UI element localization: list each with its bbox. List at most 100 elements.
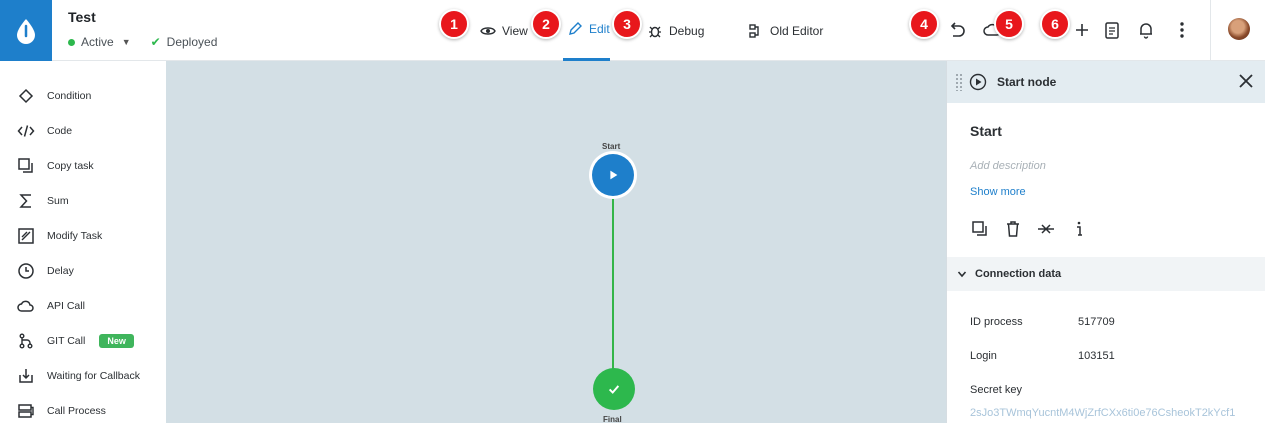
- sidebar-item-label: Code: [47, 125, 73, 137]
- copy-icon: [17, 157, 35, 175]
- description-field[interactable]: Add description: [970, 160, 1046, 172]
- edit-square-icon: [17, 227, 35, 245]
- status-dropdown[interactable]: Active: [81, 35, 114, 49]
- annotation-badge-6: 6: [1040, 9, 1070, 39]
- node-properties-panel: Start node Start Add description Show mo…: [946, 61, 1265, 423]
- start-node[interactable]: [592, 154, 634, 196]
- node-name[interactable]: Start: [970, 123, 1002, 139]
- undo-button[interactable]: [946, 19, 968, 41]
- sidebar-item-sum[interactable]: Sum: [0, 184, 166, 218]
- git-icon: [17, 332, 35, 350]
- id-process-value: 517709: [1078, 316, 1115, 328]
- node-palette-sidebar: Condition Code Copy task Sum Modify Task…: [0, 61, 166, 423]
- sidebar-item-copy-task[interactable]: Copy task: [0, 149, 166, 183]
- chevron-down-icon: [957, 271, 967, 278]
- sidebar-item-label: GIT Call: [47, 335, 86, 347]
- tab-debug-label: Debug: [669, 23, 705, 38]
- sidebar-item-git-call[interactable]: GIT Call New: [0, 324, 166, 358]
- drag-handle-icon[interactable]: [955, 73, 963, 91]
- sidebar-item-label: Sum: [47, 195, 69, 207]
- tab-view-label: View: [502, 23, 528, 38]
- status-row: Active ▼ ✔ Deployed: [68, 35, 217, 49]
- new-badge: New: [99, 334, 134, 348]
- tab-view[interactable]: View: [480, 0, 528, 61]
- notifications-button[interactable]: [1135, 19, 1157, 41]
- play-icon: [610, 170, 618, 180]
- old-editor-icon: [749, 23, 759, 38]
- info-icon: [1076, 221, 1082, 236]
- download-icon: [17, 367, 35, 385]
- annotation-badge-3: 3: [612, 9, 642, 39]
- sidebar-item-waiting-for-callback[interactable]: Waiting for Callback: [0, 359, 166, 393]
- clock-icon: [17, 262, 35, 280]
- sidebar-item-delay[interactable]: Delay: [0, 254, 166, 288]
- add-button[interactable]: [1071, 19, 1093, 41]
- panel-header: Start node: [947, 61, 1265, 103]
- code-icon: [17, 122, 35, 140]
- start-node-label: Start: [602, 142, 621, 151]
- sidebar-item-label: Delay: [47, 265, 74, 277]
- clipboard-button[interactable]: [1101, 19, 1123, 41]
- process-canvas[interactable]: Start Final: [166, 61, 946, 424]
- sidebar-item-label: API Call: [47, 300, 85, 312]
- secret-key-label: Secret key: [970, 384, 1022, 396]
- tab-old-editor[interactable]: Old Editor: [748, 0, 823, 61]
- sidebar-item-condition[interactable]: Condition: [0, 79, 166, 113]
- annotation-badge-4: 4: [909, 9, 939, 39]
- copy-node-button[interactable]: [970, 219, 989, 238]
- pencil-icon: [569, 22, 582, 35]
- undo-icon: [950, 22, 965, 37]
- sidebar-item-modify-task[interactable]: Modify Task: [0, 219, 166, 253]
- tab-edit-label: Edit: [589, 22, 610, 36]
- clipboard-icon: [1105, 22, 1119, 39]
- section-title: Connection data: [975, 268, 1062, 280]
- kebab-menu-icon: [1180, 22, 1184, 38]
- login-label: Login: [970, 350, 997, 362]
- more-menu-button[interactable]: [1171, 19, 1193, 41]
- bug-icon: [649, 26, 661, 37]
- delete-node-button[interactable]: [1003, 219, 1022, 238]
- login-value: 103151: [1078, 350, 1115, 362]
- final-node[interactable]: [593, 368, 635, 410]
- sidebar-item-label: Copy task: [47, 160, 94, 172]
- process-title: Test: [68, 9, 96, 25]
- annotation-badge-2: 2: [531, 9, 561, 39]
- sidebar-item-label: Call Process: [47, 405, 106, 417]
- disconnect-node-button[interactable]: [1036, 219, 1055, 238]
- id-process-label: ID process: [970, 316, 1023, 328]
- sidebar-item-label: Condition: [47, 90, 92, 102]
- check-icon: ✔: [150, 35, 161, 49]
- tab-old-editor-label: Old Editor: [770, 23, 824, 38]
- drop-logo-icon: [17, 18, 35, 44]
- deploy-status: Deployed: [166, 35, 218, 49]
- check-icon: [608, 385, 620, 394]
- top-bar: Test Active ▼ ✔ Deployed View Edit Debug…: [0, 0, 1265, 61]
- plus-icon: [1076, 24, 1088, 36]
- connection-edge[interactable]: [612, 195, 614, 370]
- sigma-icon: [17, 192, 35, 210]
- avatar[interactable]: [1228, 18, 1250, 40]
- sidebar-item-label: Modify Task: [47, 230, 103, 242]
- show-more-link[interactable]: Show more: [970, 186, 1026, 198]
- tab-debug[interactable]: Debug: [647, 0, 704, 61]
- play-circle-icon: [969, 73, 987, 91]
- sidebar-item-api-call[interactable]: API Call: [0, 289, 166, 323]
- sidebar-item-code[interactable]: Code: [0, 114, 166, 148]
- toolbar-divider: [1210, 0, 1211, 61]
- annotation-badge-5: 5: [994, 9, 1024, 39]
- secret-key-value[interactable]: 2sJo3TWmqYucntM4WjZrfCXx6ti0e76CsheokT2k…: [970, 407, 1260, 419]
- diamond-icon: [17, 87, 35, 105]
- logo[interactable]: [0, 0, 52, 61]
- disconnect-icon: [1037, 223, 1054, 234]
- caret-down-icon[interactable]: ▼: [122, 37, 131, 47]
- connection-data-section[interactable]: Connection data: [947, 257, 1265, 291]
- trash-icon: [1006, 220, 1019, 237]
- node-actions: [970, 219, 1088, 238]
- info-button[interactable]: [1069, 219, 1088, 238]
- copy-icon: [971, 220, 987, 236]
- call-process-icon: [17, 402, 35, 420]
- panel-title: Start node: [997, 75, 1057, 89]
- tab-edit[interactable]: Edit: [563, 0, 610, 61]
- close-icon[interactable]: [1237, 72, 1255, 90]
- annotation-badge-1: 1: [439, 9, 469, 39]
